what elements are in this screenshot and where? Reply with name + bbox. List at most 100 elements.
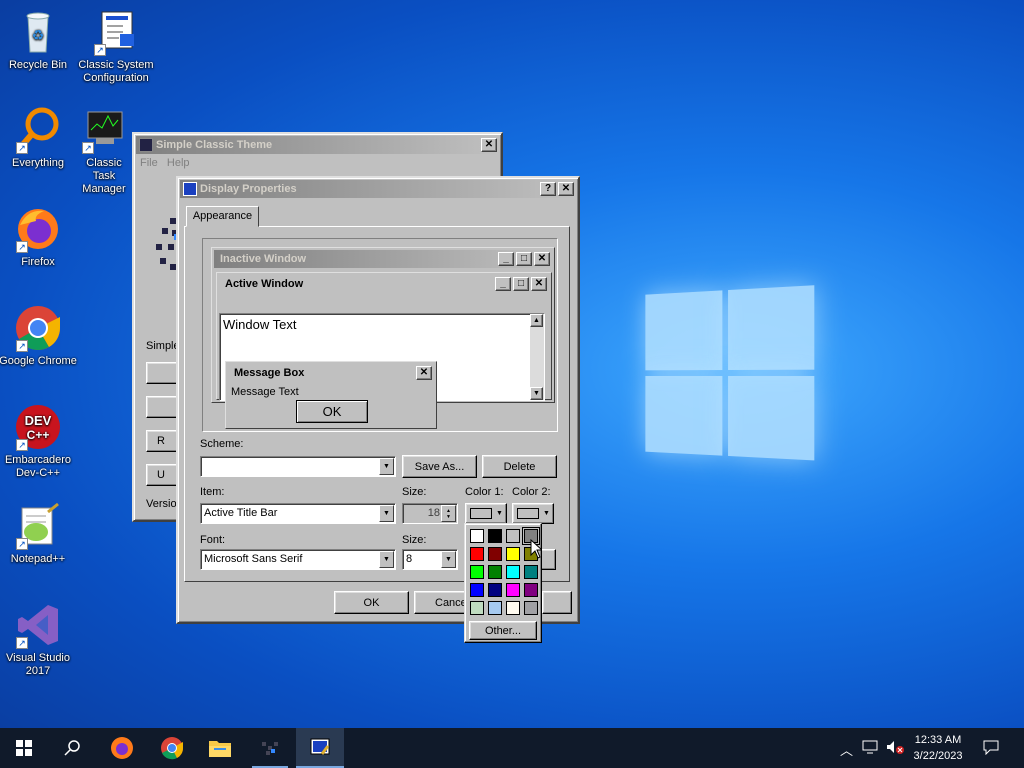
tab-appearance[interactable]: Appearance — [186, 206, 259, 227]
taskbar-search-button[interactable] — [48, 728, 96, 768]
desktop-icon-label: Recycle Bin — [8, 59, 68, 71]
taskbar-sct[interactable] — [246, 728, 294, 768]
preview-window-text: Window Text — [223, 317, 297, 332]
item-size-value: 18 — [427, 507, 440, 519]
minimize-icon: _ — [495, 277, 511, 291]
maximize-icon: □ — [516, 252, 532, 266]
color-swatch[interactable] — [506, 601, 520, 615]
color-swatch[interactable] — [488, 565, 502, 579]
everything-search-icon: ↗ — [14, 106, 62, 154]
network-icon[interactable] — [862, 740, 878, 757]
preview-inactive-titlebar: Inactive Window _ □ ✕ — [214, 250, 552, 268]
save-as-button[interactable]: Save As... — [402, 455, 477, 478]
dp-close-button[interactable]: ✕ — [558, 182, 574, 196]
color-swatch[interactable] — [506, 583, 520, 597]
desktop-icon-classic-system-configuration[interactable]: ↗ Classic System Configuration — [76, 8, 156, 85]
color-swatch[interactable] — [506, 529, 520, 543]
mouse-cursor-icon — [530, 538, 544, 562]
color-swatch[interactable] — [488, 529, 502, 543]
dp-help-button[interactable]: ? — [540, 182, 556, 196]
dp-title: Display Properties — [200, 183, 297, 195]
color-swatch[interactable] — [488, 583, 502, 597]
font-combo[interactable]: Microsoft Sans Serif ▼ — [200, 549, 396, 570]
color-swatch[interactable] — [524, 565, 538, 579]
color-swatch[interactable] — [524, 583, 538, 597]
svg-text:♻: ♻ — [32, 27, 45, 43]
item-size-spinner[interactable]: 18 ▲ ▼ — [402, 503, 458, 524]
font-size-combo[interactable]: 8 ▼ — [402, 549, 458, 570]
color-swatch[interactable] — [470, 547, 484, 561]
desktop-icon-everything[interactable]: ↗ Everything — [0, 106, 78, 170]
desktop-icon-label: Everything — [12, 157, 64, 169]
other-color-button[interactable]: Other... — [469, 621, 537, 640]
desktop-icon-firefox[interactable]: ↗ Firefox — [0, 205, 78, 269]
notification-icon[interactable] — [983, 739, 999, 758]
delete-button[interactable]: Delete — [482, 455, 557, 478]
sct-close-button[interactable]: ✕ — [481, 138, 497, 152]
taskbar-file-explorer[interactable] — [196, 728, 244, 768]
windows-wallpaper-logo — [645, 285, 822, 467]
preview-message-box: Message Box ✕ Message Text OK — [225, 361, 437, 429]
chevron-down-icon[interactable]: ▼ — [441, 551, 456, 568]
color-swatch[interactable] — [470, 565, 484, 579]
apply-button-partial[interactable] — [542, 591, 572, 614]
chevron-down-icon: ▼ — [496, 510, 503, 517]
start-icon — [16, 740, 32, 756]
preview-scrollbar: ▲ ▼ — [530, 314, 544, 400]
color1-button[interactable]: ▼ — [465, 503, 507, 524]
close-icon: ✕ — [416, 366, 432, 380]
chevron-down-icon[interactable]: ▼ — [379, 551, 394, 568]
preview-inactive-title: Inactive Window — [220, 253, 307, 265]
chevron-up-icon[interactable]: ︿ — [840, 740, 853, 759]
clock-date: 3/22/2023 — [913, 750, 963, 762]
taskbar-firefox[interactable] — [98, 728, 146, 768]
color-swatch[interactable] — [506, 547, 520, 561]
maximize-icon: □ — [513, 277, 529, 291]
color-swatch[interactable] — [506, 565, 520, 579]
desktop-icon-label: Firefox — [21, 256, 55, 268]
volume-muted-icon[interactable] — [886, 740, 904, 757]
desktop-icon-visual-studio[interactable]: ↗ Visual Studio 2017 — [0, 601, 78, 678]
font-label: Font: — [200, 534, 226, 546]
dp-titlebar[interactable]: Display Properties ? ✕ — [180, 180, 576, 198]
task-manager-icon: ↗ — [80, 106, 128, 154]
desktop-icon-google-chrome[interactable]: ↗ Google Chrome — [0, 304, 78, 368]
color2-button[interactable]: ▼ — [512, 503, 554, 524]
taskbar-display-properties[interactable] — [296, 728, 344, 768]
scroll-down-icon: ▼ — [530, 387, 543, 400]
item-combo[interactable]: Active Title Bar ▼ — [200, 503, 396, 524]
color-swatch[interactable] — [470, 583, 484, 597]
preview-msgbox-text: Message Text — [231, 386, 299, 398]
preview-msgbox-titlebar: Message Box ✕ — [228, 364, 434, 382]
chevron-down-icon[interactable]: ▼ — [379, 458, 394, 475]
color-swatch[interactable] — [488, 601, 502, 615]
desktop-icon-recycle-bin[interactable]: ♻ Recycle Bin — [0, 8, 78, 72]
ok-button[interactable]: OK — [334, 591, 409, 614]
color-swatch[interactable] — [524, 601, 538, 615]
desktop-icon-classic-task-manager[interactable]: ↗ Classic Task Manager — [76, 106, 132, 196]
taskbar: ︿ 12:33 AM 3/22/2023 — [0, 728, 1024, 768]
color2-label: Color 2: — [512, 486, 551, 498]
sct-menu-file[interactable]: File — [140, 157, 158, 169]
taskbar-chrome[interactable] — [148, 728, 196, 768]
appearance-preview[interactable]: Inactive Window _ □ ✕ Active Window _ □ ✕ Wi… — [202, 238, 558, 432]
font-value: Microsoft Sans Serif — [204, 553, 303, 565]
color-swatch[interactable] — [470, 529, 484, 543]
minimize-icon: _ — [498, 252, 514, 266]
color-swatch[interactable] — [470, 601, 484, 615]
desktop-icon-embarcadero-devcpp[interactable]: DEV C++ ↗ Embarcadero Dev-C++ — [0, 403, 78, 480]
preview-msgbox-title: Message Box — [234, 367, 305, 379]
spinner-arrows-icon[interactable]: ▲ ▼ — [441, 505, 456, 522]
desktop-icon-notepadpp[interactable]: ↗ Notepad++ — [0, 502, 78, 566]
chevron-down-icon[interactable]: ▼ — [379, 505, 394, 522]
scheme-combo[interactable]: ▼ — [200, 456, 396, 477]
start-button[interactable] — [0, 728, 48, 768]
firefox-icon: ↗ — [14, 205, 62, 253]
preview-ok-button: OK — [296, 400, 368, 423]
sct-titlebar[interactable]: Simple Classic Theme ✕ — [136, 136, 499, 154]
sct-menu-help[interactable]: Help — [167, 157, 190, 169]
sct-label-simple: Simple — [146, 340, 180, 352]
color-swatch[interactable] — [488, 547, 502, 561]
clock[interactable]: 12:33 AM 3/22/2023 — [908, 732, 968, 764]
clock-time: 12:33 AM — [914, 734, 962, 746]
